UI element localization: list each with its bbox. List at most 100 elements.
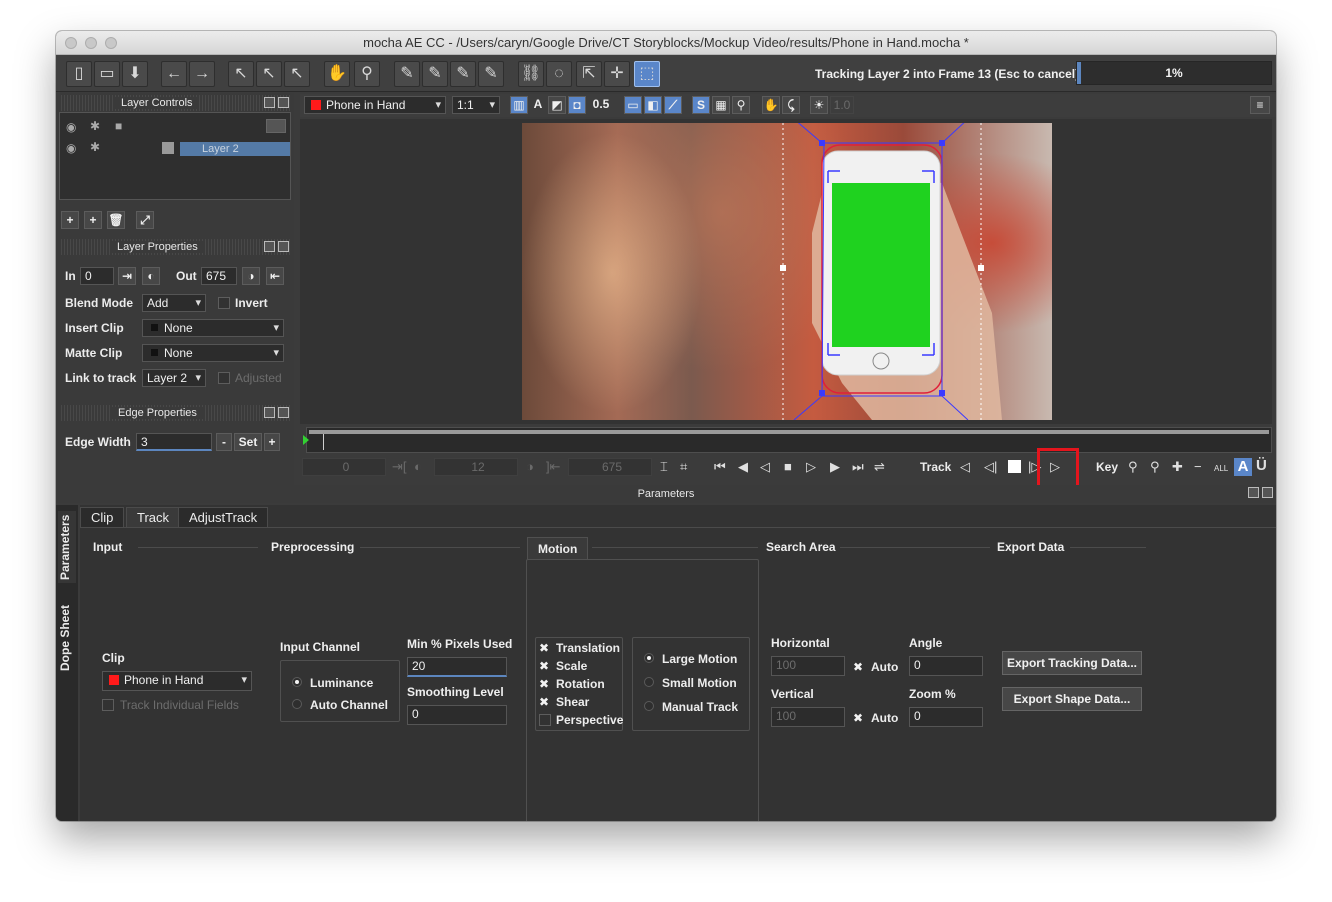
end-frame-field[interactable]: 675 [568,458,652,476]
close-panel-icon[interactable] [278,407,289,418]
select-pointer-icon[interactable]: ↖ [228,61,254,87]
stabilize-hand-icon[interactable]: ✋ [762,96,780,114]
layer-menu-icon[interactable] [266,119,286,133]
show-layers-icon[interactable]: ▭ [624,96,642,114]
rgb-channel-icon[interactable]: ▥ [510,96,528,114]
next-frame-icon[interactable]: ▶ [830,459,840,475]
last-frame-icon[interactable]: ⏭ [852,459,864,475]
opacity-value[interactable]: 0.5 [588,96,614,114]
zoom-window-button[interactable] [105,37,117,49]
layer-color-swatch[interactable] [162,142,174,154]
set-in-point-icon[interactable]: ⇥ [118,267,136,285]
playhead[interactable] [323,434,324,450]
open-folder-icon[interactable]: ▭ [94,61,120,87]
float-panel-icon[interactable] [264,407,275,418]
tab-track[interactable]: Track [126,507,181,527]
video-frame[interactable] [522,123,1052,420]
manual-track-radio[interactable] [644,701,654,711]
in-field[interactable]: 0 [80,267,114,285]
luminance-radio[interactable] [292,677,302,687]
horizontal-auto-checkbox[interactable]: ✖ [853,660,863,674]
duplicate-layer-icon[interactable]: + [84,211,102,229]
add-xspline-pen-icon[interactable]: ✎ [422,61,448,87]
zoom-percent-field[interactable]: 0 [909,707,983,727]
track-prev-frame-icon[interactable]: ◁| [984,459,997,475]
tab-clip[interactable]: Clip [80,507,125,527]
trace-icon[interactable]: ⤹ [782,96,800,114]
add-bezier-pen-icon[interactable]: ✎ [478,61,504,87]
stop-icon[interactable]: ■ [784,459,792,474]
invert-checkbox[interactable] [218,297,230,309]
update-key-button[interactable]: Ü [1256,457,1267,474]
hand-pan-icon[interactable]: ✋ [324,61,350,87]
matte-overlay-icon[interactable]: ◘ [568,96,586,114]
min-pixels-field[interactable]: 20 [407,657,507,677]
play-forward-icon[interactable]: ▷ [806,459,816,475]
tab-adjusttrack[interactable]: AdjustTrack [178,507,269,527]
blend-mode-dropdown[interactable]: Add [142,294,206,312]
edge-width-set-button[interactable]: Set [234,433,262,451]
tab-parameters[interactable]: Parameters [58,511,76,583]
set-out-point-icon[interactable]: ⇤ [266,267,284,285]
move-cross-icon[interactable]: ✛ [604,61,630,87]
range-in-icon[interactable]: ⌶ [660,459,668,475]
brightness-value[interactable]: 1.0 [830,96,854,114]
add-key-icon[interactable]: ✚ [1172,459,1183,475]
show-surface-icon[interactable]: S [692,96,710,114]
edge-width-minus-button[interactable]: - [216,433,232,451]
auto-channel-radio[interactable] [292,699,302,709]
visibility-eye-icon[interactable]: ◉ [66,120,76,134]
go-in-point-icon[interactable]: ◐ [142,267,160,285]
in-point-marker-icon[interactable] [303,435,309,445]
track-backward-icon[interactable]: ◁ [960,459,970,475]
current-frame-field[interactable]: 12 [434,458,518,476]
float-panel-icon[interactable] [264,97,275,108]
zoom-magnifier-icon[interactable]: ⚲ [354,61,380,87]
out-point-icon[interactable]: ◑ [526,459,534,474]
lock-icon[interactable]: ■ [115,119,122,133]
viewer-zoom-dropdown[interactable]: 1:1 [452,96,500,114]
perspective-checkbox[interactable] [539,714,551,726]
viewer-menu-icon[interactable]: ≡ [1250,96,1270,114]
layer-cog-icon[interactable]: ✱ [90,140,100,154]
adjusted-checkbox[interactable] [218,372,230,384]
alpha-channel-label[interactable]: A [530,96,546,114]
save-icon[interactable]: ⬇ [122,61,148,87]
range-out-icon[interactable]: ⌗ [680,459,687,475]
first-frame-icon[interactable]: ⏮ [714,459,726,475]
minimize-window-button[interactable] [85,37,97,49]
select-bezier-icon[interactable]: ↖ [256,61,282,87]
show-splines-icon[interactable]: ◧ [644,96,662,114]
matte-clip-dropdown[interactable]: None [142,344,284,362]
translation-checkbox[interactable]: ✖ [539,641,549,655]
delete-all-keys-icon[interactable]: ALL [1214,464,1228,473]
surface-select-icon[interactable]: ⬚ [634,61,660,87]
layer-row-layer-2[interactable]: Layer 2 [180,142,290,156]
close-panel-icon[interactable] [278,241,289,252]
close-window-button[interactable] [65,37,77,49]
link-icon[interactable]: ⛓ [518,61,544,87]
xspline-pen-icon[interactable]: ✎ [394,61,420,87]
angle-field[interactable]: 0 [909,656,983,676]
delete-key-icon[interactable]: − [1194,459,1202,474]
delete-layer-trash-icon[interactable]: 🗑 [107,211,125,229]
float-panel-icon[interactable] [1248,487,1259,498]
go-out-point-icon[interactable]: ◑ [242,267,260,285]
track-individual-fields-checkbox[interactable] [102,699,114,711]
undo-arrow-icon[interactable]: ← [161,61,187,87]
zoom-window-icon[interactable]: ⚲ [732,96,750,114]
cog-icon[interactable]: ✱ [90,119,100,133]
prev-key-icon[interactable]: ⚲ [1128,459,1138,475]
export-shape-data-button[interactable]: Export Shape Data... [1002,687,1142,711]
stop-tracking-button[interactable] [1008,460,1021,473]
start-frame-field[interactable]: 0 [302,458,386,476]
surface-scale-icon[interactable]: ⇱ [576,61,602,87]
bezier-pen-icon[interactable]: ✎ [450,61,476,87]
out-field[interactable]: 675 [201,267,237,285]
layers-list[interactable]: ◉ ✱ ■ ◉ ✱ Layer 2 [59,112,291,200]
add-point-pointer-icon[interactable]: ↖ [284,61,310,87]
rotation-checkbox[interactable]: ✖ [539,677,549,691]
insert-clip-dropdown[interactable]: None [142,319,284,337]
autokey-button[interactable]: A [1234,458,1252,476]
vertical-field[interactable]: 100 [771,707,845,727]
